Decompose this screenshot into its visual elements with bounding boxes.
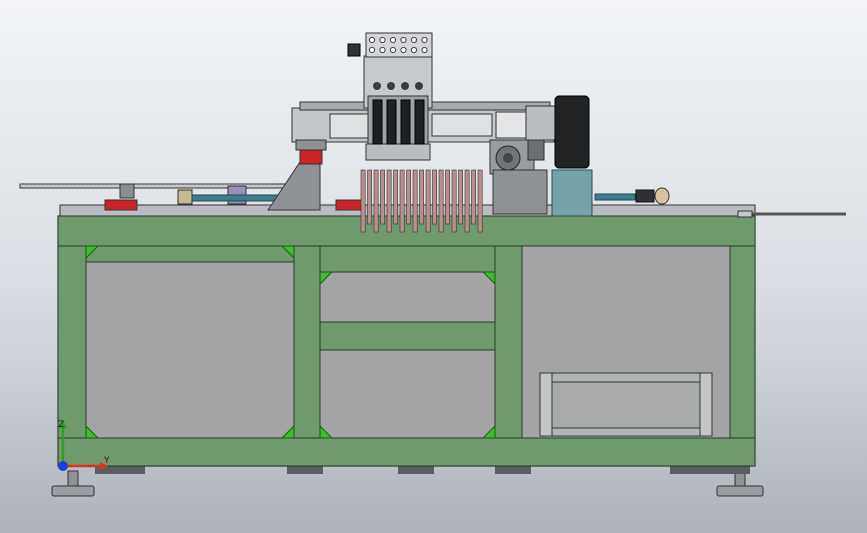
comb-plate <box>393 169 398 225</box>
comb-plate <box>412 169 418 233</box>
box-hole <box>389 36 397 44</box>
comb-plate <box>373 169 379 233</box>
comb-plate <box>406 169 411 225</box>
box-hole <box>410 36 418 44</box>
comb-plate <box>432 169 437 225</box>
comb-plate <box>367 169 372 225</box>
box-hole <box>400 46 407 54</box>
gripper-cylinder <box>373 82 381 90</box>
box-hole <box>421 36 428 44</box>
box-hole <box>400 36 407 44</box>
box-hole <box>379 36 386 44</box>
gripper-cylinder <box>415 82 423 90</box>
box-hole <box>421 46 428 54</box>
main-frame[interactable] <box>57 215 756 467</box>
gripper-finger <box>372 99 383 145</box>
x-axis-dot <box>58 461 68 471</box>
cad-viewport[interactable]: Y Z <box>0 0 867 533</box>
comb-plate <box>399 169 405 233</box>
comb-plate <box>464 169 470 233</box>
box-hole <box>410 46 418 54</box>
gripper-finger <box>414 99 425 145</box>
z-axis-label: Z <box>58 420 64 430</box>
comb-plate <box>386 169 392 233</box>
comb-plate <box>445 169 450 225</box>
comb-plate <box>380 169 385 225</box>
comb-plate <box>438 169 444 233</box>
comb-plate <box>425 169 431 233</box>
box-hole <box>368 46 376 54</box>
machine-assembly-view[interactable]: Y Z <box>0 0 867 533</box>
gripper-head[interactable] <box>363 55 433 161</box>
comb-plate <box>471 169 476 225</box>
gripper-finger <box>386 99 397 145</box>
comb-plate <box>451 169 457 233</box>
comb-plate <box>458 169 463 225</box>
y-axis-label: Y <box>103 456 110 466</box>
leveling-feet <box>51 466 764 497</box>
comb-plate <box>477 169 483 233</box>
box-hole <box>389 46 397 54</box>
gripper-cylinder <box>401 82 409 90</box>
control-box-icon[interactable] <box>365 32 433 58</box>
box-hole <box>379 46 386 54</box>
comb-plate <box>360 169 366 233</box>
sensor-block <box>347 43 361 57</box>
comb-plate <box>419 169 424 225</box>
gripper-finger <box>400 99 411 145</box>
gripper-cylinder <box>387 82 395 90</box>
box-hole <box>368 36 376 44</box>
